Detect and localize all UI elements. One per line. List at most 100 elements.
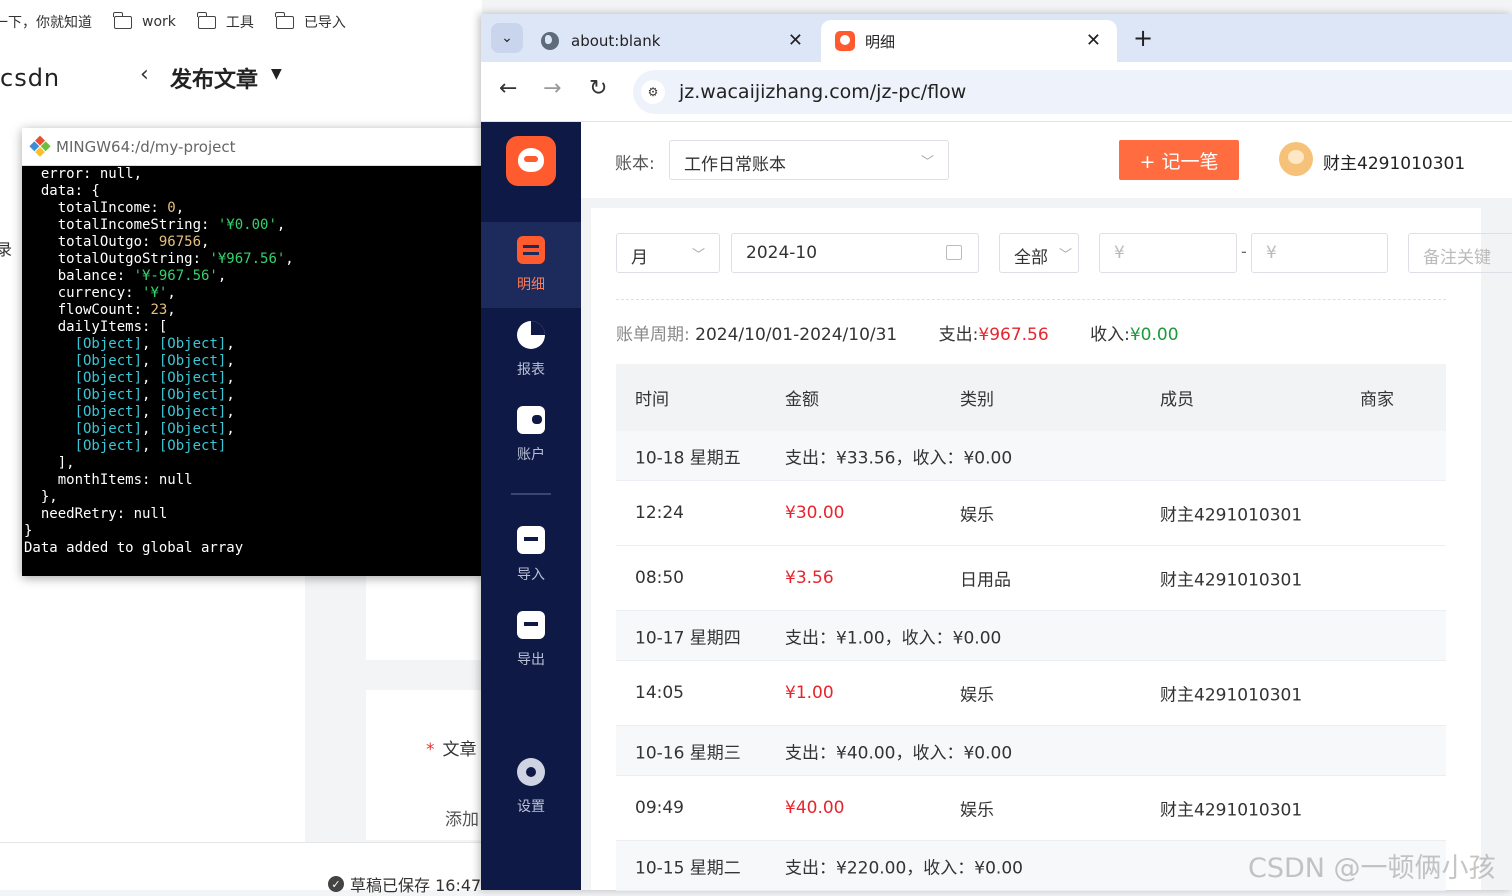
- total-expense: ¥967.56: [978, 325, 1049, 345]
- flow-content: 月 ﹀ 2024-10 全部 ﹀ ¥ - ¥ 备注关键 账单周期: 2024/1…: [591, 208, 1512, 891]
- reload-icon[interactable]: ↻: [589, 76, 607, 101]
- table-row[interactable]: 08:50 ¥3.56 日用品 财主4291010301: [616, 546, 1446, 611]
- day-group-row: 10-18 星期五 支出：¥33.56，收入：¥0.00: [616, 431, 1446, 481]
- table-header: 时间 金额 类别 成员 商家: [616, 364, 1446, 431]
- terminal-line: needRetry: null: [24, 506, 168, 522]
- import-icon: [517, 526, 545, 554]
- terminal-line: [Object], [Object],: [74, 404, 235, 420]
- terminal-line: data: {: [24, 183, 100, 199]
- pie-chart-icon: [517, 321, 545, 349]
- terminal-window[interactable]: MINGW64:/d/my-project error: null, data:…: [22, 128, 482, 576]
- terminal-line: [Object], [Object],: [74, 336, 235, 352]
- terminal-line: totalOutgo: 96756,: [24, 234, 210, 250]
- username[interactable]: 财主4291010301: [1323, 149, 1465, 174]
- day-group-row: 10-17 星期四 支出：¥1.00，收入：¥0.00: [616, 611, 1446, 661]
- nav-item-account[interactable]: 账户: [481, 392, 581, 478]
- address-bar[interactable]: ⚙ jz.wacaijizhang.com/jz-pc/flow: [633, 70, 1512, 114]
- tab-strip: ⌄ about:blank ✕ 明细 ✕ +: [481, 14, 1512, 62]
- total-income: ¥0.00: [1129, 325, 1179, 345]
- bookmark-imported[interactable]: 已导入: [275, 11, 346, 32]
- close-icon[interactable]: ✕: [788, 30, 803, 51]
- folder-icon: [197, 11, 216, 29]
- month-picker[interactable]: 2024-10: [731, 233, 979, 273]
- forward-arrow-icon[interactable]: →: [543, 76, 561, 101]
- book-label: 账本:: [615, 154, 655, 174]
- bookmark-work[interactable]: work: [113, 11, 176, 30]
- chevron-down-icon: ﹀: [691, 248, 705, 263]
- type-select[interactable]: 全部 ﹀: [999, 233, 1079, 273]
- terminal-titlebar[interactable]: MINGW64:/d/my-project: [22, 128, 482, 166]
- tab-about-blank[interactable]: about:blank ✕: [527, 20, 819, 62]
- list-icon: [517, 236, 545, 264]
- folder-icon: [113, 11, 132, 29]
- terminal-line: error: null,: [24, 166, 143, 182]
- url-text: jz.wacaijizhang.com/jz-pc/flow: [679, 81, 967, 103]
- table-row[interactable]: 12:24 ¥30.00 娱乐 财主4291010301: [616, 481, 1446, 546]
- draft-status: ✓ 草稿已保存 16:47: [328, 872, 481, 896]
- add-record-button[interactable]: + 记一笔: [1119, 140, 1239, 180]
- folder-icon: [275, 11, 294, 29]
- chrome-window: ⌄ about:blank ✕ 明细 ✕ + ← → ↻ ⚙ jz.wacaij…: [481, 14, 1512, 891]
- max-amount-input[interactable]: ¥: [1251, 233, 1388, 273]
- terminal-line: [Object], [Object],: [74, 421, 235, 437]
- terminal-output[interactable]: error: null, data: { totalIncome: 0, tot…: [22, 166, 482, 557]
- terminal-line: flowCount: 23,: [24, 302, 176, 318]
- nav-item-settings[interactable]: 设置: [481, 744, 581, 830]
- editor-toolbar: [0, 108, 482, 130]
- export-icon: [517, 611, 545, 639]
- app-header: 账本: 工作日常账本 ﹀ + 记一笔 财主4291010301: [581, 122, 1512, 198]
- bookmark-baidu[interactable]: 一下，你就知道: [0, 12, 92, 32]
- table-row[interactable]: 09:49 ¥40.00 娱乐 财主4291010301: [616, 776, 1446, 841]
- article-label: * 文章: [426, 740, 477, 760]
- terminal-line: currency: '¥',: [24, 285, 176, 301]
- bookmark-tools[interactable]: 工具: [197, 11, 254, 32]
- sidebar-text: 录: [0, 240, 13, 259]
- tab-search-button[interactable]: ⌄: [491, 23, 523, 53]
- back-arrow-icon[interactable]: ←: [499, 76, 517, 101]
- chevron-down-icon: ﹀: [1058, 248, 1072, 263]
- tab-flow-detail[interactable]: 明细 ✕: [821, 20, 1117, 62]
- chevron-down-icon: ﹀: [920, 155, 934, 170]
- site-info-icon[interactable]: ⚙: [641, 80, 665, 104]
- note-search-input[interactable]: 备注关键: [1408, 233, 1512, 273]
- book-select[interactable]: 工作日常账本 ﹀: [669, 140, 949, 180]
- terminal-line: monthItems: null: [24, 472, 193, 488]
- period-select[interactable]: 月 ﹀: [616, 233, 720, 273]
- terminal-line: }: [24, 523, 33, 539]
- flow-table: 时间 金额 类别 成员 商家 10-18 星期五 支出：¥33.56，收入：¥0.…: [616, 364, 1446, 891]
- nav-item-import[interactable]: 导入: [481, 512, 581, 598]
- table-row[interactable]: 14:05 ¥1.00 娱乐 财主4291010301: [616, 661, 1446, 726]
- wallet-icon: [517, 406, 545, 434]
- app-logo-icon[interactable]: [506, 136, 556, 186]
- wacai-app: 明细 报表 账户 导入 导出 设置 账本: 工作日常账本 ﹀ + 记一笔 财主4…: [481, 122, 1512, 891]
- day-group-row: 10-16 星期三 支出：¥40.00，收入：¥0.00: [616, 726, 1446, 776]
- bookmarks-bar: 一下，你就知道 work 工具 已导入: [0, 0, 482, 44]
- add-label: 添加: [445, 810, 479, 830]
- min-amount-input[interactable]: ¥: [1099, 233, 1237, 273]
- terminal-line: },: [24, 489, 58, 505]
- avatar[interactable]: [1279, 142, 1313, 176]
- terminal-line: [Object], [Object]: [74, 438, 227, 454]
- back-chevron-icon[interactable]: ‹: [140, 62, 149, 87]
- editor-card: [366, 575, 482, 660]
- required-star: *: [426, 740, 435, 760]
- close-icon[interactable]: ✕: [1086, 30, 1101, 51]
- filter-divider: [616, 299, 1446, 300]
- csdn-logo[interactable]: csdn: [0, 64, 60, 92]
- nav-item-detail[interactable]: 明细: [481, 222, 581, 308]
- calendar-icon: [946, 245, 962, 260]
- terminal-line: dailyItems: [: [24, 319, 168, 335]
- terminal-line: Data added to global array: [24, 540, 244, 556]
- globe-icon: [541, 32, 559, 50]
- nav-item-export[interactable]: 导出: [481, 597, 581, 683]
- csdn-header: csdn ‹ 发布文章 ▼: [0, 44, 482, 108]
- new-tab-plus-icon[interactable]: +: [1133, 24, 1153, 52]
- watermark: CSDN @一顿俩小孩: [1248, 853, 1496, 884]
- app-favicon-icon: [835, 31, 855, 51]
- table-body: 10-18 星期五 支出：¥33.56，收入：¥0.00 12:24 ¥30.00 娱乐…: [616, 431, 1446, 891]
- caret-down-icon[interactable]: ▼: [271, 66, 282, 82]
- terminal-line: totalOutgoString: '¥967.56',: [24, 251, 294, 267]
- terminal-line: balance: '¥-967.56',: [24, 268, 227, 284]
- git-icon: [29, 135, 52, 158]
- nav-item-report[interactable]: 报表: [481, 307, 581, 393]
